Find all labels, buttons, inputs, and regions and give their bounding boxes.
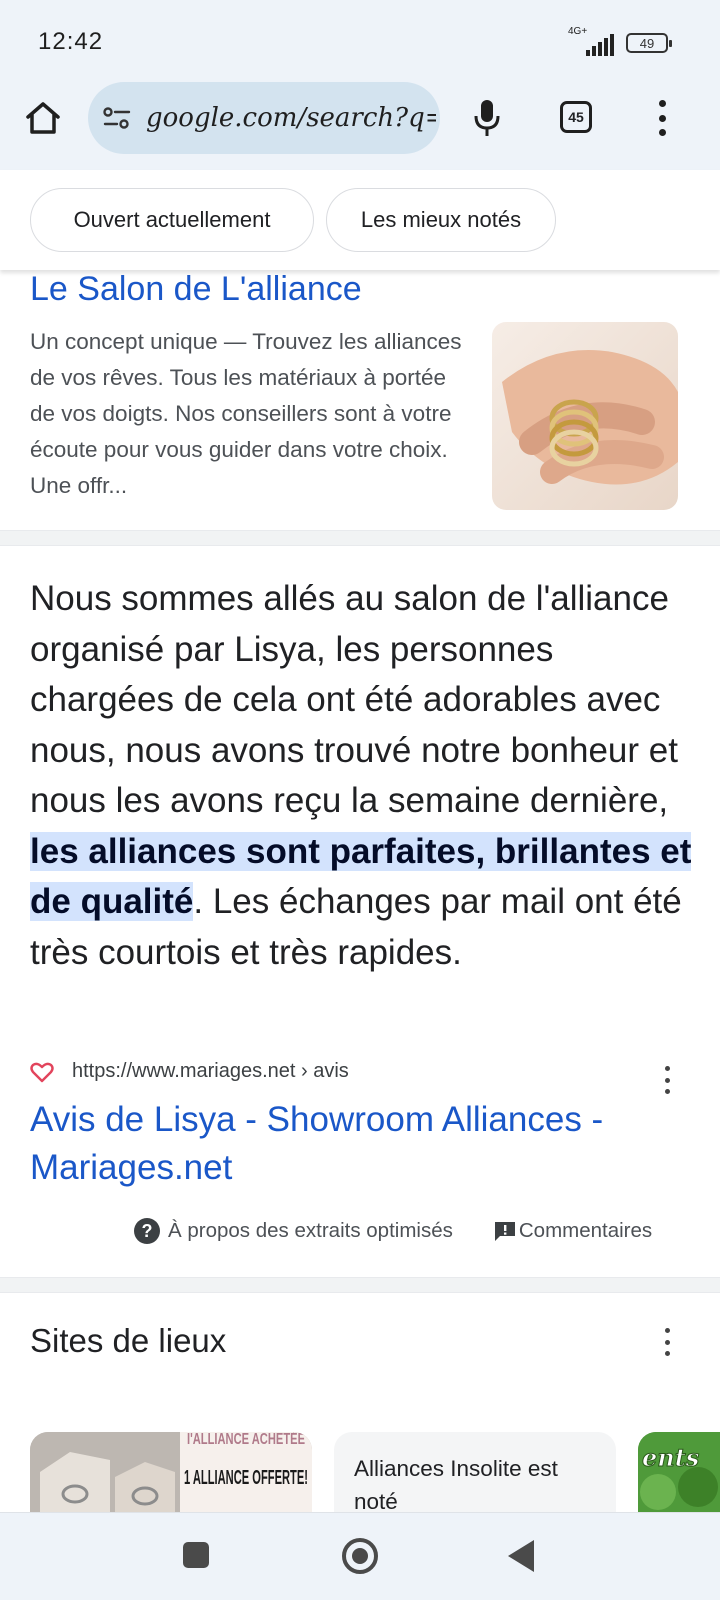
tab-count: 45 <box>568 109 584 125</box>
section-divider <box>0 530 720 546</box>
tab-switcher-button[interactable]: 45 <box>560 101 592 133</box>
url-text: google.com/search?q= <box>146 103 436 133</box>
browser-top-area: 12:42 4G+ 49 google.com/search?q= 45 <box>0 0 720 172</box>
site-card-2[interactable]: Alliances Insolite est noté <box>334 1432 616 1512</box>
source-url: https://www.mariages.net › avis <box>72 1060 349 1082</box>
site-card-2-text: Alliances Insolite est noté <box>354 1456 558 1512</box>
filter-chips-bar: Ouvert actuellement Les mieux notés <box>0 170 720 270</box>
help-icon[interactable]: ? <box>134 1218 160 1244</box>
network-type: 4G+ <box>568 26 588 37</box>
microphone-icon[interactable] <box>472 98 502 138</box>
chip-top-rated[interactable]: Les mieux notés <box>326 188 556 252</box>
status-time: 12:42 <box>38 28 104 55</box>
result-snippet: Un concept unique — Trouvez les alliance… <box>30 329 462 498</box>
mariages-favicon-icon <box>30 1062 54 1082</box>
battery-icon: 49 <box>626 33 672 53</box>
snippet-text-start: Nous sommes allés au salon de l'alliance… <box>30 579 678 820</box>
recents-button[interactable] <box>183 1542 209 1568</box>
site-settings-icon[interactable] <box>102 106 132 130</box>
home-nav-button[interactable] <box>342 1538 378 1574</box>
card1-banner-top: I'ALLIANCE ACHETÉE <box>187 1432 305 1448</box>
snippet-footer: ? À propos des extraits optimisés Commen… <box>134 1218 652 1244</box>
battery-level: 49 <box>639 35 655 51</box>
sites-menu-icon[interactable] <box>662 1328 672 1356</box>
sites-section-title: Sites de lieux <box>30 1322 227 1359</box>
card1-banner: 1 ALLIANCE OFFERTE! <box>184 1467 308 1489</box>
result-menu-icon[interactable] <box>662 1066 672 1094</box>
feedback-icon[interactable] <box>493 1220 517 1242</box>
result-thumbnail-rings[interactable] <box>492 322 678 510</box>
site-card-3[interactable]: ents <box>638 1432 720 1512</box>
site-card-1[interactable]: I'ALLIANCE ACHETÉE 1 ALLIANCE OFFERTE! <box>30 1432 312 1512</box>
home-icon[interactable] <box>24 100 62 136</box>
about-snippets-link[interactable]: À propos des extraits optimisés <box>168 1219 453 1243</box>
section-divider <box>0 1277 720 1293</box>
status-icons: 4G+ 49 <box>568 26 672 56</box>
browser-menu-icon[interactable] <box>654 100 670 136</box>
feedback-link[interactable]: Commentaires <box>519 1219 652 1243</box>
snippet-source[interactable]: https://www.mariages.net › avis <box>30 1060 349 1083</box>
featured-snippet-text: Nous sommes allés au salon de l'alliance… <box>30 574 700 978</box>
card3-logo-text: ents <box>642 1443 700 1472</box>
signal-icon: 4G+ <box>568 26 618 56</box>
chip-open-now[interactable]: Ouvert actuellement <box>30 188 314 252</box>
result-title-link[interactable]: Le Salon de L'alliance <box>30 270 362 309</box>
snippet-title-link[interactable]: Avis de Lisya - Showroom Alliances - Mar… <box>30 1096 680 1192</box>
back-button[interactable] <box>508 1540 534 1572</box>
address-bar[interactable]: google.com/search?q= <box>88 82 440 154</box>
